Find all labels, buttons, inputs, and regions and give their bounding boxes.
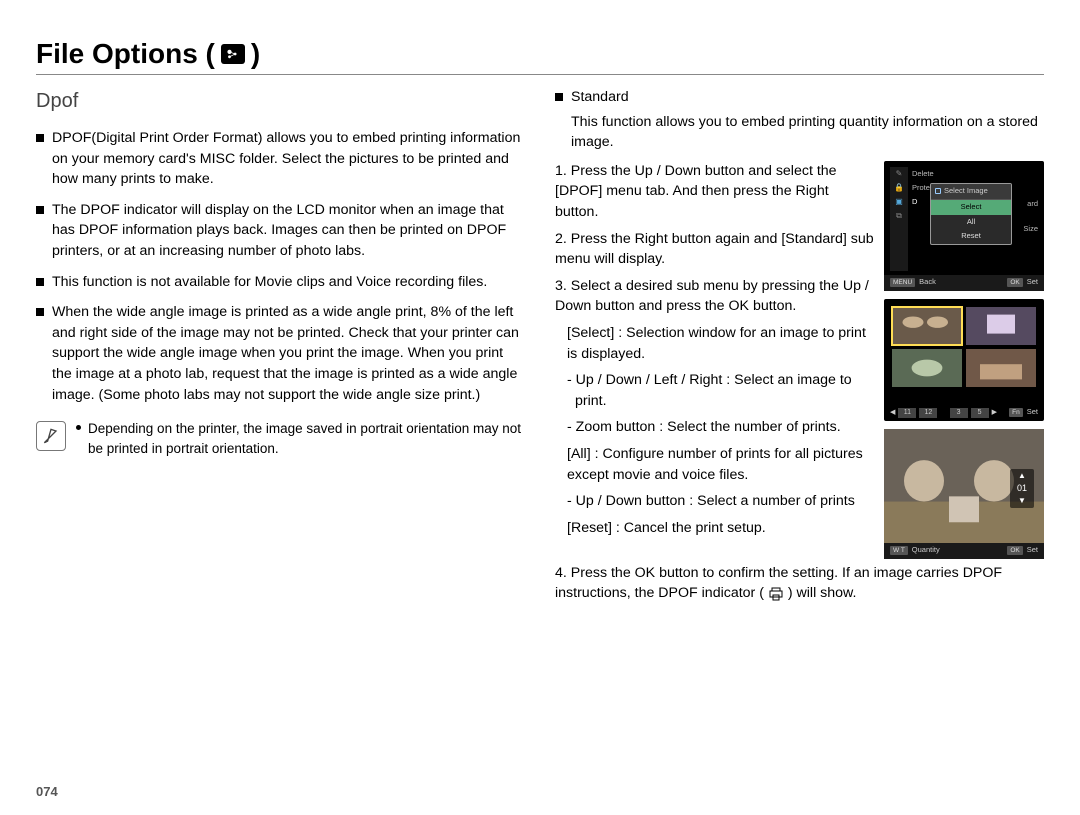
thumbnail[interactable] <box>892 349 962 387</box>
menu-popup: Select Image Select All Reset <box>930 183 1012 246</box>
quantity-counter[interactable]: ▲ 01 ▼ <box>1010 469 1034 508</box>
all-hint: - Up / Down button : Select a number of … <box>555 491 874 512</box>
seg-value: 5 <box>971 408 989 418</box>
square-bullet-icon <box>36 278 44 286</box>
fn-pill: Fn <box>1009 408 1023 417</box>
right-arrow-icon: ▶ <box>992 408 997 418</box>
standard-title: Standard <box>571 87 1044 108</box>
seg-value: 3 <box>950 408 968 418</box>
left-column: Dpof DPOF(Digital Print Order Format) al… <box>36 87 525 610</box>
seg-value: 11 <box>898 408 916 418</box>
counter-value: 01 <box>1017 480 1027 497</box>
set-label: Set <box>1027 407 1038 416</box>
menu-right-labels: ard Size <box>1023 199 1038 235</box>
square-bullet-icon <box>36 206 44 214</box>
popup-title: Select Image <box>931 184 1011 200</box>
note-item: Depending on the printer, the image save… <box>76 419 525 458</box>
left-arrow-icon: ◀ <box>890 408 895 418</box>
screenshot-single: ▲ 01 ▼ W T Quantity OK Set <box>884 429 1044 559</box>
menu-pill: MENU <box>890 278 915 287</box>
bullet-text: This function is not available for Movie… <box>52 272 525 293</box>
section-heading: Dpof <box>36 87 525 116</box>
bullet-text: When the wide angle image is printed as … <box>52 302 525 405</box>
bullet-item: The DPOF indicator will display on the L… <box>36 200 525 262</box>
title-text: File Options ( <box>36 38 215 70</box>
bullet-text: DPOF(Digital Print Order Format) allows … <box>52 128 525 190</box>
bullet-item: DPOF(Digital Print Order Format) allows … <box>36 128 525 190</box>
set-label: Set <box>1027 545 1038 554</box>
step-1: 1. Press the Up / Down button and select… <box>555 161 874 223</box>
note-icon <box>36 421 66 451</box>
single-bottom-bar: W T Quantity OK Set <box>884 543 1044 559</box>
thumbnail[interactable] <box>966 307 1036 345</box>
down-arrow-icon: ▼ <box>1018 497 1026 505</box>
step-4b: ) will show. <box>788 585 857 601</box>
screenshot-grid: ◀ 11 12 3 5 ▶ Fn Set <box>884 299 1044 421</box>
standard-intro: This function allows you to embed printi… <box>555 112 1044 153</box>
screenshots-column: ✎ 🔒 ▣ ⧉ Delete Protect D Select Image <box>884 161 1044 559</box>
popup-option-select[interactable]: Select <box>931 200 1011 215</box>
file-options-icon <box>221 44 245 64</box>
back-label: Back <box>919 277 936 286</box>
reset-line: [Reset] : Cancel the print setup. <box>555 518 874 539</box>
set-label: Set <box>1027 277 1038 286</box>
select-hint-nav: - Up / Down / Left / Right : Select an i… <box>555 370 874 411</box>
square-bullet-icon <box>555 93 563 101</box>
seg-value: 12 <box>919 408 937 418</box>
thumbnail[interactable] <box>966 349 1036 387</box>
ok-pill: OK <box>1007 546 1022 555</box>
step-3: 3. Select a desired sub menu by pressing… <box>555 276 874 317</box>
page-title: File Options ( ) <box>36 38 1044 70</box>
note-box: Depending on the printer, the image save… <box>36 419 525 458</box>
tab-standard: ard <box>1027 199 1038 210</box>
screenshot-menu: ✎ 🔒 ▣ ⧉ Delete Protect D Select Image <box>884 161 1044 291</box>
ok-pill: OK <box>1007 278 1022 287</box>
thumbnail-grid <box>892 307 1036 387</box>
standard-heading: Standard <box>555 87 1044 108</box>
select-hint-zoom: - Zoom button : Select the number of pri… <box>555 417 874 438</box>
square-bullet-icon <box>36 308 44 316</box>
note-text: Depending on the printer, the image save… <box>88 419 525 458</box>
title-close: ) <box>251 38 260 70</box>
dot-bullet-icon <box>76 425 81 430</box>
up-arrow-icon: ▲ <box>1018 472 1026 480</box>
step-2: 2. Press the Right button again and [Sta… <box>555 229 874 270</box>
content-columns: Dpof DPOF(Digital Print Order Format) al… <box>36 87 1044 610</box>
select-line: [Select] : Selection window for an image… <box>555 323 874 364</box>
printer-icon <box>768 587 784 601</box>
all-line: [All] : Configure number of prints for a… <box>555 444 874 485</box>
title-rule <box>36 74 1044 75</box>
tab-size: Size <box>1023 224 1038 235</box>
menu-bottom-bar: MENU Back OK Set <box>884 275 1044 291</box>
step-4: 4. Press the OK button to confirm the se… <box>555 563 1044 604</box>
wt-pill: W T <box>890 546 908 555</box>
bullet-item: When the wide angle image is printed as … <box>36 302 525 405</box>
bullet-item: This function is not available for Movie… <box>36 272 525 293</box>
popup-option-reset[interactable]: Reset <box>931 229 1011 244</box>
square-bullet-icon <box>36 134 44 142</box>
bullet-text: The DPOF indicator will display on the L… <box>52 200 525 262</box>
right-column: Standard This function allows you to emb… <box>555 87 1044 610</box>
popup-option-all[interactable]: All <box>931 215 1011 230</box>
menu-sidebar: ✎ 🔒 ▣ ⧉ <box>890 167 908 271</box>
grid-bottom-bar: ◀ 11 12 3 5 ▶ Fn Set <box>884 405 1044 421</box>
menu-item-delete: Delete <box>910 167 946 181</box>
quantity-label: Quantity <box>912 545 940 554</box>
steps-with-screenshots: 1. Press the Up / Down button and select… <box>555 161 1044 559</box>
manual-page: File Options ( ) Dpof DPOF(Digital Print… <box>0 0 1080 815</box>
steps-text: 1. Press the Up / Down button and select… <box>555 161 874 545</box>
thumbnail-selected[interactable] <box>892 307 962 345</box>
page-number: 074 <box>36 784 58 799</box>
